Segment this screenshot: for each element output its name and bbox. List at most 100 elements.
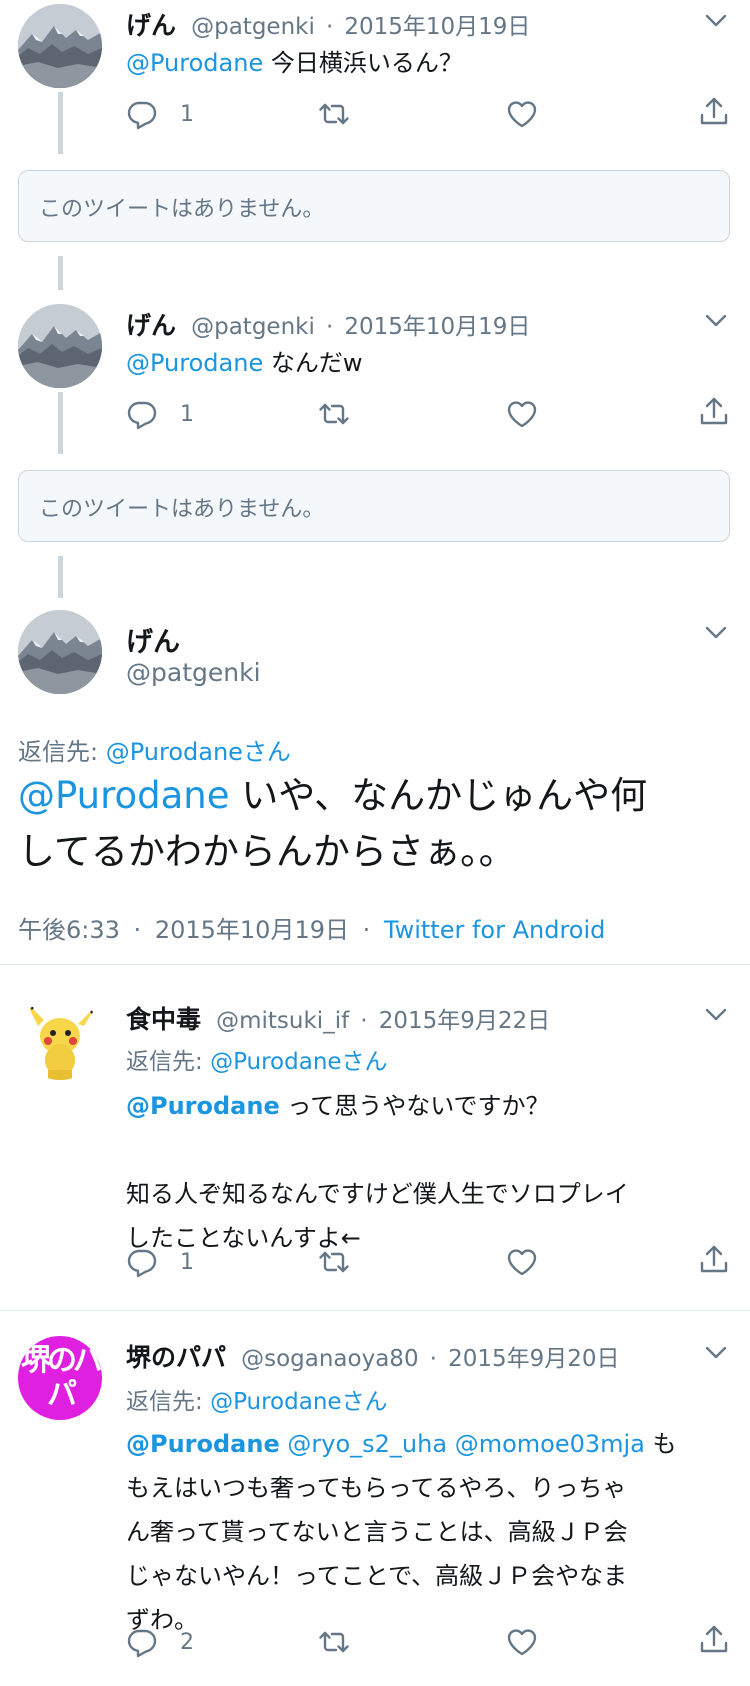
share-icon[interactable] [698,396,730,428]
divider [0,1310,750,1311]
tweet-text: @Purodane 今日横浜いるん？ [126,44,463,82]
tweet-header: げん @patgenki · 2015年10月19日 [126,6,706,42]
like-icon[interactable] [506,398,538,430]
mention-link[interactable]: @ryo_s2_uha [287,1430,447,1458]
avatar-text: 堺のパパ [21,1343,102,1412]
avatar[interactable] [18,4,102,88]
tweet-header: 食中毒 @mitsuki_if · 2015年9月22日 [126,1000,706,1036]
reply-to: 返信先: @Purodaneさん [126,1382,388,1416]
tweet-meta: 午後6:33 · 2015年10月19日 · Twitter for Andro… [18,910,605,945]
chevron-down-icon[interactable] [705,14,727,28]
reply-icon[interactable] [126,398,158,430]
thread-line [58,256,63,290]
reply-to: 返信先: @Purodaneさん [18,732,291,767]
tweet-source[interactable]: Twitter for Android [384,916,605,944]
mention-link[interactable]: @momoe03mja [455,1430,645,1458]
reply-count: 1 [180,402,194,427]
handle[interactable]: @soganaoya80 [241,1346,418,1372]
tweet-date[interactable]: 2015年10月19日 [344,14,530,40]
display-name[interactable]: げん [126,11,176,40]
avatar[interactable] [18,996,102,1080]
tweet-date[interactable]: 2015年10月19日 [344,314,530,340]
unavailable-tweet: このツイートはありません。 [18,170,730,242]
tweet-header: げん @patgenki · 2015年10月19日 [126,306,706,342]
tweet-body-line2: してるかわからんからさぁ。。 [18,830,516,873]
tweet-body-line4: じゃないやん！ってことで、高級ＪＰ会やなま [126,1562,628,1590]
retweet-icon[interactable] [318,398,350,430]
display-name[interactable]: 堺のパパ [126,1343,226,1372]
chevron-down-icon[interactable] [705,1346,727,1360]
separator: · [362,916,371,944]
mention-link[interactable]: @Purodane [126,1092,280,1120]
like-icon[interactable] [506,1246,538,1278]
tweet-body: 今日横浜いるん？ [270,49,463,77]
divider [0,964,750,965]
tweet-date[interactable]: 2015年9月20日 [448,1346,619,1372]
separator: · [360,1008,368,1034]
separator: · [133,916,142,944]
thread-line [58,392,63,454]
reply-to-link[interactable]: @Purodaneさん [210,1049,388,1075]
like-icon[interactable] [506,1626,538,1658]
reply-to: 返信先: @Purodaneさん [126,1042,388,1076]
tweet-body-line1-tail: も [652,1430,677,1458]
tweet-body-line1: って思うやないですか？ [287,1092,550,1120]
chevron-down-icon[interactable] [705,1008,727,1022]
tweet-text: @Purodane @ryo_s2_uha @momoe03mja も もえはい… [126,1422,677,1642]
avatar[interactable] [18,304,102,388]
separator: · [325,314,334,340]
mention-link[interactable]: @Purodane [126,49,263,77]
reply-to-link[interactable]: @Purodaneさん [210,1389,388,1415]
thread-line [58,92,63,154]
tweet-time: 午後6:33 [18,916,120,944]
share-icon[interactable] [698,96,730,128]
avatar[interactable] [18,610,102,694]
handle[interactable]: @patgenki [191,14,315,40]
retweet-icon[interactable] [318,98,350,130]
tweet-date: 2015年10月19日 [154,916,349,944]
reply-icon[interactable] [126,1626,158,1658]
tweet-text: @Purodane いや、なんかじゅんや何 してるかわからんからさぁ。。 [18,768,647,880]
display-name[interactable]: げん [126,311,176,340]
tweet-text: @Purodane なんだw [126,344,362,382]
display-name[interactable]: 食中毒 [126,1005,201,1034]
mention-link[interactable]: @Purodane [126,1430,280,1458]
like-icon[interactable] [506,98,538,130]
display-name[interactable]: げん [126,620,180,659]
share-icon[interactable] [698,1244,730,1276]
tweet-header: 堺のパパ @soganaoya80 · 2015年9月20日 [126,1338,706,1374]
reply-count: 1 [180,102,194,127]
separator: · [325,14,334,40]
unavailable-text: このツイートはありません。 [39,497,325,522]
reply-icon[interactable] [126,98,158,130]
avatar[interactable]: 堺のパパ [18,1336,102,1420]
chevron-down-icon[interactable] [705,314,727,328]
reply-count: 2 [180,1630,194,1655]
reply-to-link[interactable]: @Purodaneさん [106,738,291,766]
reply-to-label: 返信先: [126,1049,203,1075]
handle[interactable]: @patgenki [191,314,315,340]
unavailable-tweet: このツイートはありません。 [18,470,730,542]
tweet-body: なんだw [270,349,363,377]
tweet-text: @Purodane って思うやないですか？ 知る人ぞ知るなんですけど僕人生でソロ… [126,1084,629,1260]
tweet-body-line2: 知る人ぞ知るなんですけど僕人生でソロプレイ [126,1180,629,1208]
retweet-icon[interactable] [318,1626,350,1658]
share-icon[interactable] [698,1624,730,1656]
tweet-date[interactable]: 2015年9月22日 [379,1008,550,1034]
reply-to-label: 返信先: [126,1389,203,1415]
reply-to-label: 返信先: [18,738,99,766]
reply-count: 1 [180,1250,194,1275]
tweet-body-line3: ん奢って貰ってないと言うことは、高級ＪＰ会 [126,1518,628,1546]
handle[interactable]: @mitsuki_if [216,1008,349,1034]
separator: · [429,1346,437,1372]
thread-line [58,556,63,598]
handle[interactable]: @patgenki [126,658,261,687]
unavailable-text: このツイートはありません。 [39,197,325,222]
retweet-icon[interactable] [318,1246,350,1278]
tweet-body-line2: もえはいつも奢ってもらってるやろ、りっちゃ [126,1474,627,1502]
reply-icon[interactable] [126,1246,158,1278]
chevron-down-icon[interactable] [705,626,727,640]
tweet-body-line1: いや、なんかじゅんや何 [241,774,648,817]
mention-link[interactable]: @Purodane [126,349,263,377]
mention-link[interactable]: @Purodane [18,774,230,817]
